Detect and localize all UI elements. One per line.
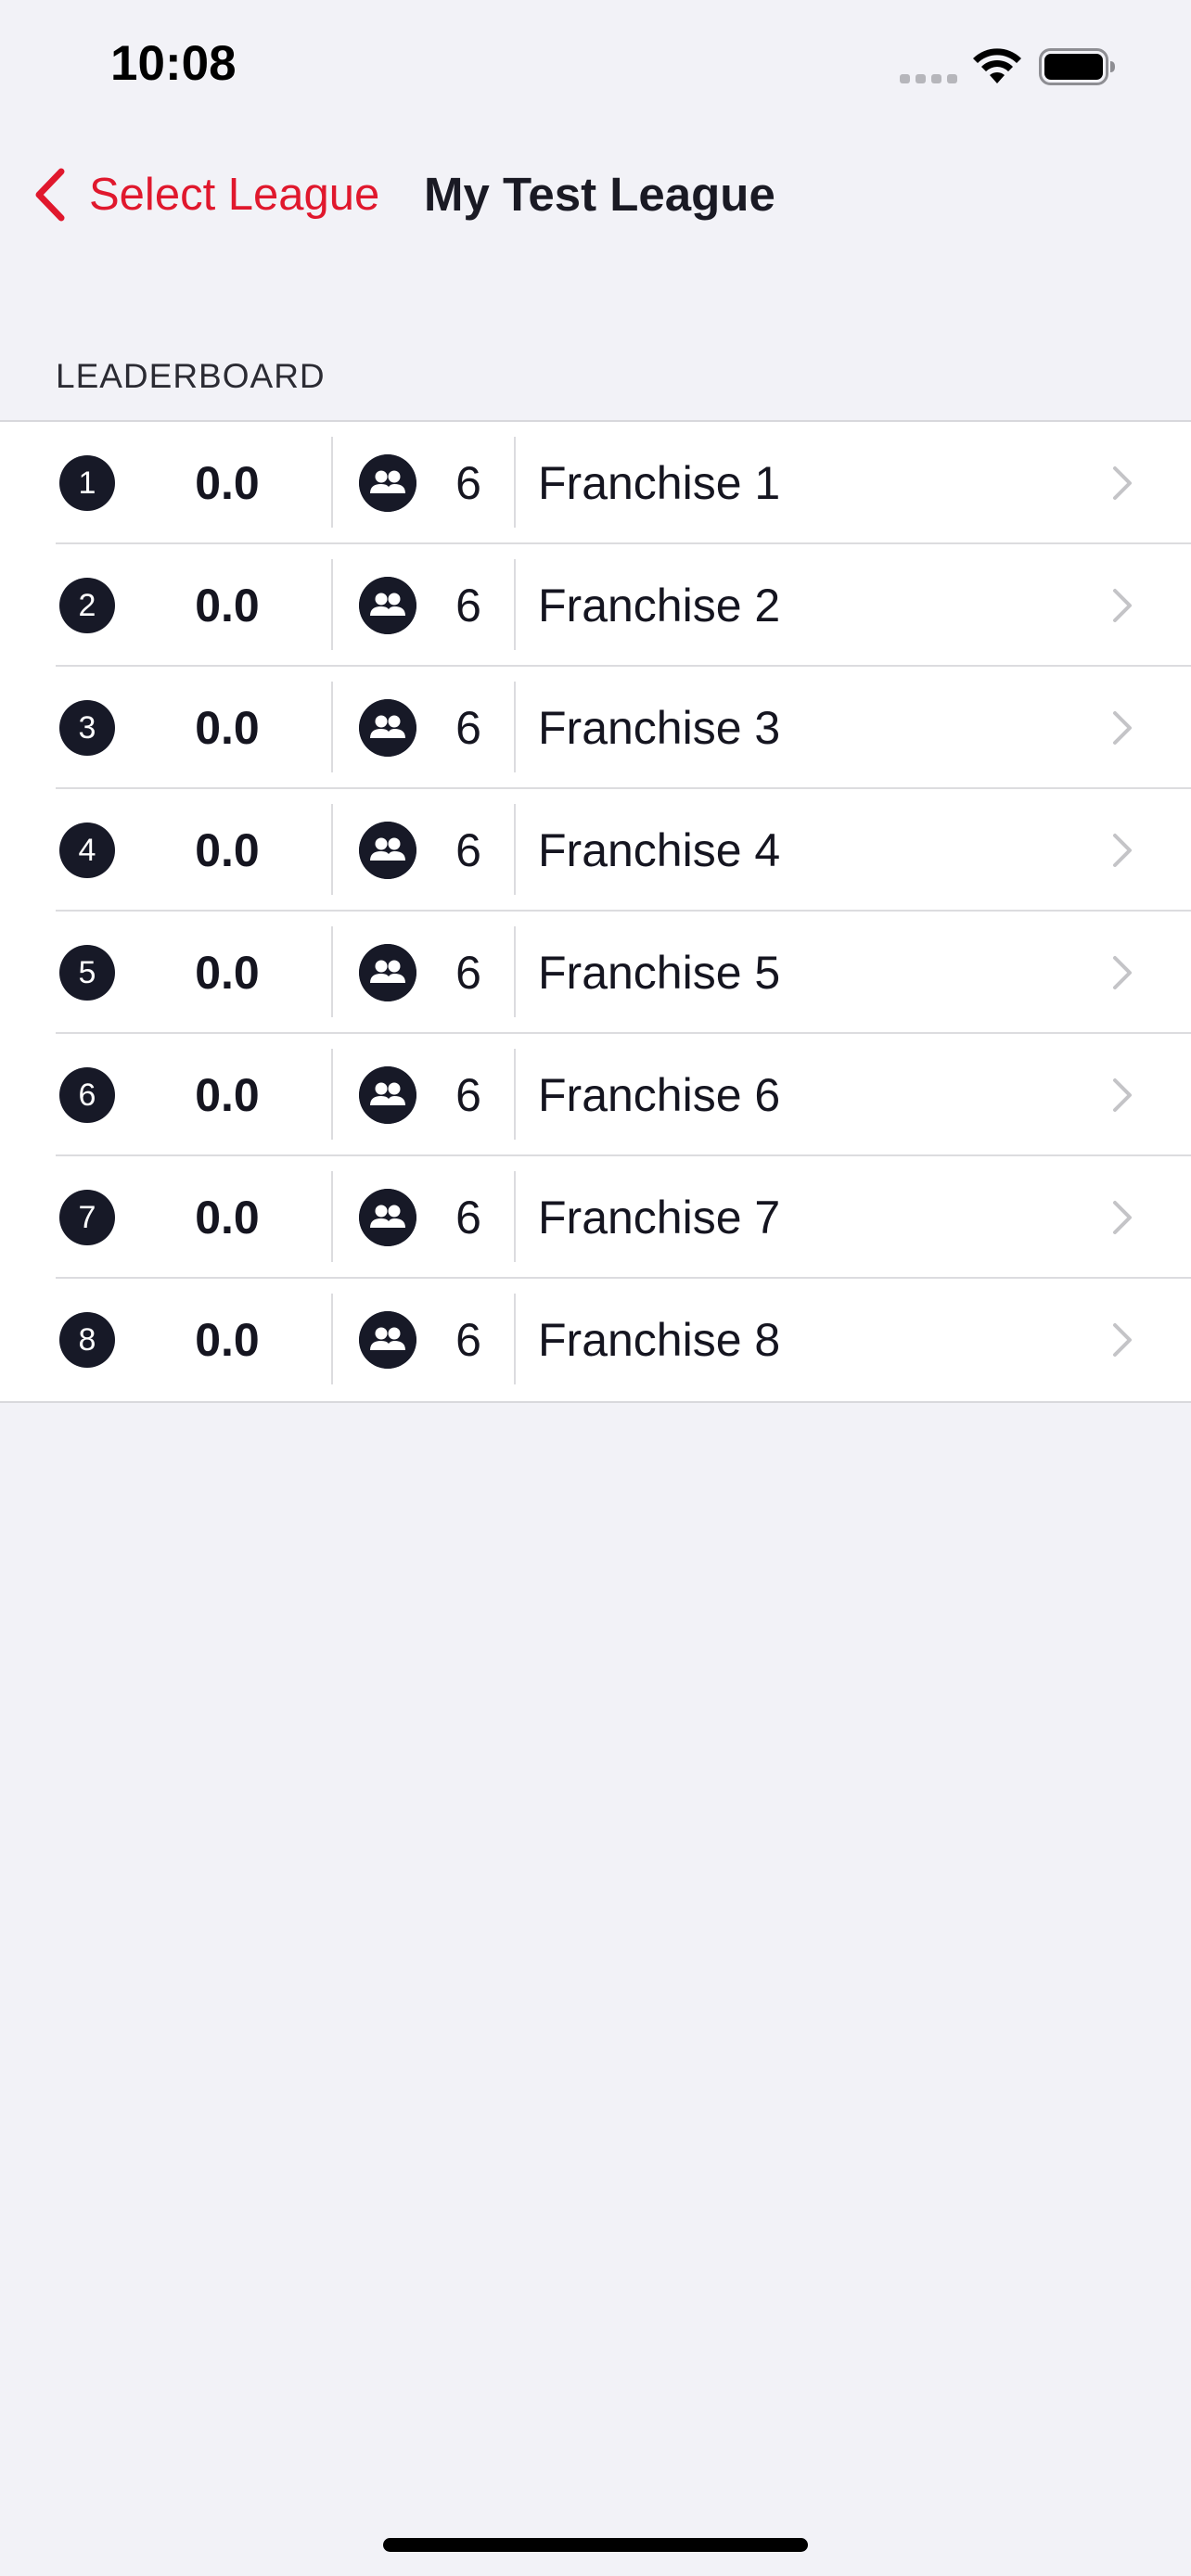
franchise-score: 0.0 (195, 1192, 260, 1243)
people-icon (359, 1189, 416, 1246)
member-count: 6 (455, 702, 481, 754)
column-divider (331, 559, 333, 650)
franchise-name: Franchise 8 (538, 1314, 781, 1366)
franchise-name: Franchise 2 (538, 580, 781, 631)
franchise-name: Franchise 6 (538, 1069, 781, 1121)
column-divider (331, 1049, 333, 1140)
leaderboard-list: 1 0.0 6 Franchise 1 2 0.0 6 Franchise 2 3 0.0 6 Fra… (0, 420, 1191, 1403)
people-icon (359, 822, 416, 879)
status-time: 10:08 (110, 36, 237, 91)
member-count: 6 (455, 457, 481, 509)
wifi-icon (973, 48, 1021, 83)
column-divider (514, 1171, 516, 1262)
chevron-right-icon (1113, 711, 1132, 745)
chevron-right-icon (1113, 834, 1132, 867)
member-count: 6 (455, 1069, 481, 1121)
member-count: 6 (455, 1314, 481, 1366)
battery-icon (1039, 48, 1115, 85)
leaderboard-row[interactable]: 1 0.0 6 Franchise 1 (0, 422, 1191, 544)
rank-badge: 3 (59, 700, 115, 756)
chevron-right-icon (1113, 1078, 1132, 1112)
navigation-bar: Select League My Test League (0, 148, 1191, 241)
franchise-score: 0.0 (195, 702, 260, 754)
column-divider (514, 682, 516, 772)
people-icon (359, 944, 416, 1001)
column-divider (331, 1171, 333, 1262)
rank-badge: 7 (59, 1190, 115, 1245)
leaderboard-row[interactable]: 7 0.0 6 Franchise 7 (0, 1156, 1191, 1279)
rank-badge: 4 (59, 823, 115, 878)
people-icon (359, 1066, 416, 1124)
people-icon (359, 577, 416, 634)
chevron-right-icon (1113, 1201, 1132, 1234)
chevron-right-icon (1113, 589, 1132, 622)
rank-badge: 5 (59, 945, 115, 1001)
section-header-leaderboard: LEADERBOARD (56, 357, 326, 395)
back-button[interactable]: Select League (32, 148, 379, 241)
leaderboard-row[interactable]: 3 0.0 6 Franchise 3 (0, 667, 1191, 789)
member-count: 6 (455, 580, 481, 631)
rank-badge: 6 (59, 1067, 115, 1123)
franchise-score: 0.0 (195, 457, 260, 509)
leaderboard-row[interactable]: 5 0.0 6 Franchise 5 (0, 912, 1191, 1034)
column-divider (331, 804, 333, 895)
cellular-signal-icon (900, 74, 957, 83)
franchise-name: Franchise 3 (538, 702, 781, 754)
rank-badge: 8 (59, 1312, 115, 1368)
home-indicator[interactable] (383, 2538, 808, 2552)
member-count: 6 (455, 1192, 481, 1243)
member-count: 6 (455, 947, 481, 999)
franchise-name: Franchise 5 (538, 947, 781, 999)
page-title: My Test League (424, 168, 775, 221)
leaderboard-row[interactable]: 6 0.0 6 Franchise 6 (0, 1034, 1191, 1156)
franchise-score: 0.0 (195, 1069, 260, 1121)
status-bar: 10:08 (0, 0, 1191, 130)
franchise-score: 0.0 (195, 1314, 260, 1366)
column-divider (514, 559, 516, 650)
leaderboard-row[interactable]: 4 0.0 6 Franchise 4 (0, 789, 1191, 912)
column-divider (331, 926, 333, 1017)
franchise-score: 0.0 (195, 580, 260, 631)
chevron-right-icon (1113, 1323, 1132, 1357)
rank-badge: 1 (59, 455, 115, 511)
franchise-score: 0.0 (195, 824, 260, 876)
leaderboard-row[interactable]: 2 0.0 6 Franchise 2 (0, 544, 1191, 667)
chevron-right-icon (1113, 466, 1132, 500)
chevron-left-icon (35, 168, 65, 222)
leaderboard-row[interactable]: 8 0.0 6 Franchise 8 (0, 1279, 1191, 1401)
franchise-name: Franchise 7 (538, 1192, 781, 1243)
people-icon (359, 1311, 416, 1369)
column-divider (331, 1294, 333, 1384)
franchise-name: Franchise 1 (538, 457, 781, 509)
people-icon (359, 454, 416, 512)
back-button-label: Select League (89, 170, 380, 220)
rank-badge: 2 (59, 578, 115, 633)
member-count: 6 (455, 824, 481, 876)
people-icon (359, 699, 416, 757)
column-divider (331, 682, 333, 772)
column-divider (514, 1049, 516, 1140)
chevron-right-icon (1113, 956, 1132, 989)
franchise-score: 0.0 (195, 947, 260, 999)
column-divider (514, 437, 516, 528)
column-divider (514, 1294, 516, 1384)
column-divider (514, 804, 516, 895)
column-divider (514, 926, 516, 1017)
column-divider (331, 437, 333, 528)
franchise-name: Franchise 4 (538, 824, 781, 876)
